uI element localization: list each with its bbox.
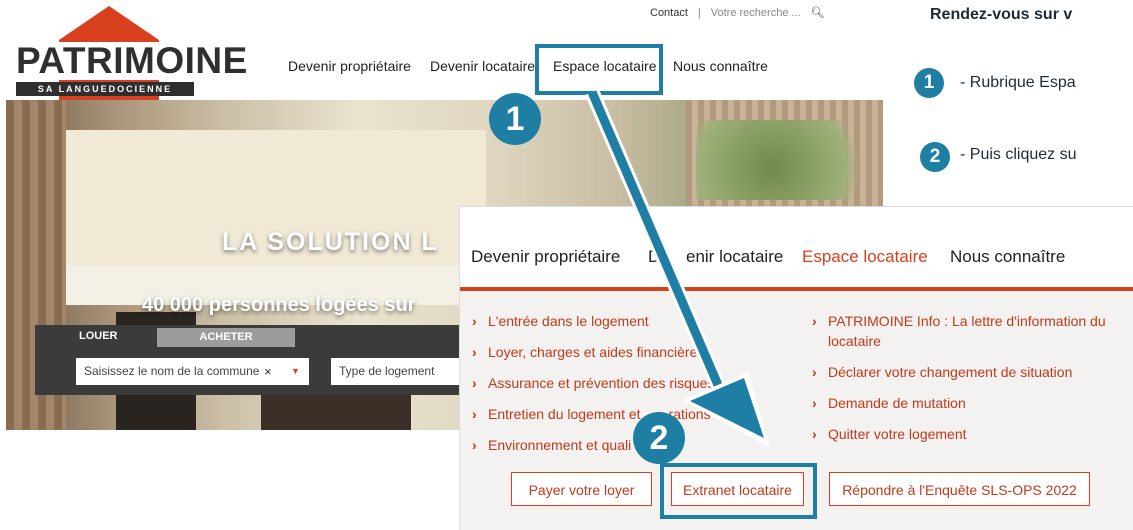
zoom-nav-devenir-proprietaire[interactable]: Devenir propriétaire — [471, 247, 620, 267]
annotation-badge-1: 1 — [489, 93, 541, 145]
zoom-nav: Devenir propriétaire De enir locataire E… — [460, 207, 1133, 287]
tab-acheter[interactable]: ACHETER — [157, 328, 295, 347]
menu-item-patrimoine-info[interactable]: › PATRIMOINE Info : La lettre d'informati… — [812, 313, 1106, 329]
logo-roof — [59, 6, 159, 40]
chevron-right-icon: › — [472, 313, 477, 329]
search-input[interactable]: Votre recherche ... — [711, 7, 801, 19]
chevron-right-icon: › — [472, 406, 477, 422]
chevron-right-icon: › — [472, 437, 477, 453]
menu-item-assurance[interactable]: › Assurance et prévention des risques — [472, 375, 714, 391]
step-2-text: - Puis cliquez su — [960, 146, 1077, 163]
nav-nous-connaitre[interactable]: Nous connaître — [673, 58, 768, 74]
menu-item-label: Demande de mutation — [828, 395, 966, 411]
annotation-badge-2: 2 — [633, 412, 685, 464]
chevron-right-icon: › — [472, 344, 477, 360]
menu-item-environnement[interactable]: › Environnement et quali — [472, 437, 631, 453]
chevron-right-icon: › — [812, 426, 817, 442]
contact-link[interactable]: Contact — [650, 7, 688, 19]
zoom-nav-devenir-locataire-part1[interactable]: De — [648, 247, 670, 267]
zoom-nav-nous-connaitre[interactable]: Nous connaître — [950, 247, 1065, 267]
menu-item-label: L'entrée dans le logement — [488, 313, 649, 329]
commune-input[interactable]: Saisissez le nom de la commune × ▼ — [76, 358, 309, 385]
instructions-title: Rendez-vous sur v — [930, 6, 1073, 23]
menu-item-changement-situation[interactable]: › Déclarer votre changement de situation — [812, 364, 1072, 380]
logo-wordmark: PATRIMOINE — [14, 40, 250, 81]
zoom-nav-espace-locataire[interactable]: Espace locataire — [802, 247, 928, 267]
zoom-nav-devenir-locataire-part2[interactable]: enir locataire — [686, 247, 783, 267]
menu-item-label: Entretien du logement et — [488, 406, 641, 422]
logo-tagline: SA LANGUEDOCIENNE — [16, 82, 194, 96]
site-logo[interactable]: PATRIMOINE SA LANGUEDOCIENNE — [4, 6, 250, 102]
chevron-right-icon: › — [812, 395, 817, 411]
menu-item-demande-mutation[interactable]: › Demande de mutation — [812, 395, 966, 411]
menu-item-loyer-charges[interactable]: › Loyer, charges et aides financières — [472, 344, 704, 360]
nav-devenir-locataire[interactable]: Devenir locataire — [430, 58, 535, 74]
search-icon[interactable]: 🔍︎ — [811, 6, 825, 19]
hero-greenery — [696, 120, 883, 200]
hero-subtitle: 40 000 personnes logées sur — [142, 294, 416, 316]
menu-item-label: Déclarer votre changement de situation — [828, 364, 1073, 380]
step-1-badge: 1 — [914, 68, 944, 98]
nav-devenir-proprietaire[interactable]: Devenir propriétaire — [288, 58, 411, 74]
highlight-espace-locataire — [535, 44, 663, 95]
top-links: Contact | Votre recherche ... 🔍︎ — [650, 6, 825, 19]
menu-item-label: Environnement et quali — [488, 437, 632, 453]
top-separator: | — [697, 7, 701, 19]
menu-item-label: PATRIMOINE Info : La lettre d'informatio… — [828, 313, 1106, 329]
type-logement-select[interactable]: Type de logement — [331, 358, 461, 385]
commune-placeholder: Saisissez le nom de la commune — [84, 364, 260, 378]
chevron-right-icon: › — [472, 375, 477, 391]
menu-item-label: Quitter votre logement — [828, 426, 967, 442]
menu-item-quitter-logement[interactable]: › Quitter votre logement — [812, 426, 967, 442]
highlight-extranet-locataire — [660, 463, 817, 519]
tab-louer[interactable]: LOUER — [35, 325, 157, 347]
menu-item-label: Assurance et prévention des risques — [488, 375, 715, 391]
chevron-right-icon: › — [812, 313, 817, 329]
payer-loyer-button[interactable]: Payer votre loyer — [511, 472, 652, 506]
step-1-text: - Rubrique Espa — [960, 74, 1076, 91]
enquete-sls-ops-button[interactable]: Répondre à l'Enquête SLS-OPS 2022 — [829, 472, 1090, 506]
clear-icon[interactable]: × — [264, 358, 272, 385]
chevron-down-icon[interactable]: ▼ — [291, 358, 300, 385]
step-2-badge: 2 — [920, 142, 950, 172]
hero-title: LA SOLUTION L — [222, 228, 439, 256]
menu-item-entree-logement[interactable]: › L'entrée dans le logement — [472, 313, 649, 329]
chevron-right-icon: › — [812, 364, 817, 380]
menu-item-label: Loyer, charges et aides financières — [488, 344, 705, 360]
menu-item-patrimoine-info-cont[interactable]: locataire — [828, 333, 881, 349]
